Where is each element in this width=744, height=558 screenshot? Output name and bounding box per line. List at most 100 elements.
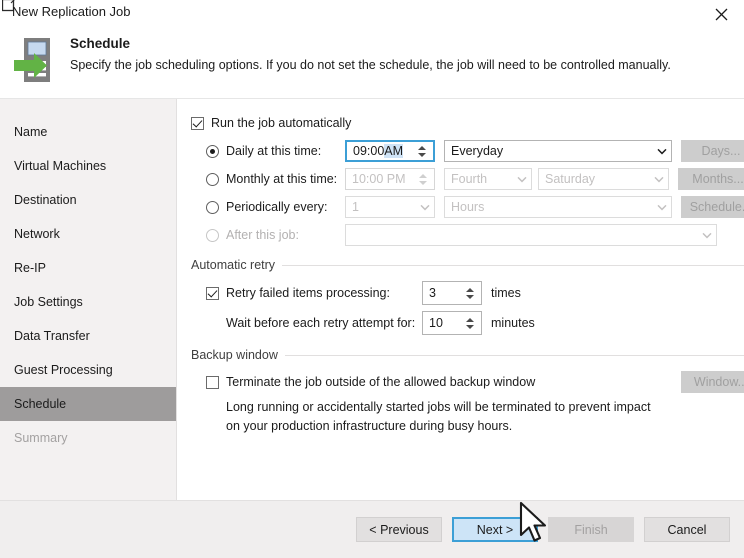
stepper-up-icon: [418, 173, 427, 178]
daily-time-spinner[interactable]: 09:00 AM: [345, 140, 435, 162]
periodically-count-combo: 1: [345, 196, 435, 218]
terminate-job-label: Terminate the job outside of the allowed…: [226, 375, 536, 389]
divider: [284, 354, 744, 356]
months-button: Months...: [678, 168, 744, 190]
backup-window-description: Long running or accidentally started job…: [226, 398, 744, 436]
monthly-weekday-value: Saturday: [545, 172, 596, 186]
stepper-down-icon: [418, 180, 427, 185]
run-automatically-label: Run the job automatically: [211, 116, 352, 130]
monthly-ordinal-value: Fourth: [451, 172, 488, 186]
after-job-radio: [206, 228, 219, 242]
periodically-unit-combo: Hours: [444, 196, 672, 218]
title-bar: New Replication Job: [0, 0, 744, 28]
daily-period-value: Everyday: [451, 144, 504, 158]
after-job-row: After this job:: [191, 221, 744, 249]
daily-row: Daily at this time: 09:00 AM Everyday Da…: [191, 137, 744, 165]
periodically-row: Periodically every: 1 Hours Schedule...: [191, 193, 744, 221]
automatic-retry-group: Automatic retry Retry failed items proce…: [191, 258, 744, 338]
chevron-down-icon: [416, 204, 434, 211]
chevron-down-icon: [653, 204, 671, 211]
stepper-down-icon[interactable]: [465, 324, 474, 329]
automatic-retry-group-title: Automatic retry: [191, 258, 276, 272]
retry-times-value[interactable]: 3: [423, 282, 461, 304]
sidebar-item-data-transfer[interactable]: Data Transfer: [0, 319, 176, 353]
sidebar-item-job-settings[interactable]: Job Settings: [0, 285, 176, 319]
wizard-steps-sidebar: Name Virtual Machines Destination Networ…: [0, 99, 177, 500]
sidebar-item-network[interactable]: Network: [0, 217, 176, 251]
monthly-weekday-combo: Saturday: [538, 168, 669, 190]
periodically-label: Periodically every:: [226, 200, 328, 214]
periodically-count-value: 1: [352, 200, 359, 214]
backup-window-description-line2: on your production infrastructure during…: [226, 419, 513, 433]
wizard-window: New Replication Job Schedule Specify the…: [0, 0, 744, 558]
monthly-ordinal-combo: Fourth: [444, 168, 532, 190]
retry-times-unit: times: [491, 286, 521, 300]
daily-time-meridiem: AM: [384, 144, 404, 158]
retry-failed-label: Retry failed items processing:: [226, 286, 390, 300]
daily-time-prefix: 09:00: [353, 144, 385, 158]
run-automatically-row[interactable]: Run the job automatically: [191, 113, 744, 133]
daily-time-value[interactable]: 09:00 AM: [347, 142, 413, 160]
window-title: New Replication Job: [12, 4, 131, 19]
window-button: Window...: [681, 371, 744, 393]
sidebar-item-schedule[interactable]: Schedule: [0, 387, 176, 421]
days-button: Days...: [681, 140, 744, 162]
retry-wait-spinner[interactable]: 10: [422, 311, 482, 335]
daily-radio[interactable]: [206, 144, 219, 158]
replication-server-arrow-icon: [12, 34, 64, 86]
backup-window-group-header: Backup window: [191, 348, 744, 362]
page-title: Schedule: [70, 36, 131, 51]
next-button[interactable]: Next >: [452, 517, 538, 542]
monthly-radio[interactable]: [206, 172, 219, 186]
daily-period-combo[interactable]: Everyday: [444, 140, 672, 162]
wizard-footer: < Previous Next > Finish Cancel: [0, 500, 744, 558]
after-job-label: After this job:: [226, 228, 299, 242]
terminate-job-row: Terminate the job outside of the allowed…: [191, 369, 744, 395]
stepper-down-icon[interactable]: [465, 294, 474, 299]
monthly-time-spinner: 10:00 PM: [345, 168, 435, 190]
backup-window-description-line1: Long running or accidentally started job…: [226, 400, 651, 414]
retry-wait-value[interactable]: 10: [423, 312, 461, 334]
cancel-button[interactable]: Cancel: [644, 517, 730, 542]
monthly-time-stepper: [414, 169, 434, 189]
page-subtitle: Specify the job scheduling options. If y…: [70, 58, 671, 72]
schedule-button: Schedule...: [681, 196, 744, 218]
automatic-retry-group-header: Automatic retry: [191, 258, 744, 272]
monthly-label: Monthly at this time:: [226, 172, 338, 186]
sidebar-item-guest-processing[interactable]: Guest Processing: [0, 353, 176, 387]
page-header: Schedule Specify the job scheduling opti…: [0, 28, 744, 99]
sidebar-item-summary: Summary: [14, 431, 68, 445]
sidebar-item-re-ip[interactable]: Re-IP: [0, 251, 176, 285]
periodically-radio[interactable]: [206, 200, 219, 214]
retry-failed-row: Retry failed items processing: 3 times: [191, 278, 744, 308]
periodically-unit-value: Hours: [451, 200, 485, 214]
monthly-row: Monthly at this time: 10:00 PM Fourth Sa…: [191, 165, 744, 193]
stepper-up-icon[interactable]: [465, 287, 474, 292]
chevron-down-icon: [698, 232, 716, 239]
retry-times-spinner[interactable]: 3: [422, 281, 482, 305]
chevron-down-icon: [513, 176, 531, 183]
retry-wait-stepper[interactable]: [461, 312, 481, 334]
finish-button: Finish: [548, 517, 634, 542]
chevron-down-icon: [650, 176, 668, 183]
retry-wait-row: Wait before each retry attempt for: 10 m…: [191, 308, 744, 338]
terminate-job-checkbox[interactable]: [206, 375, 219, 389]
sidebar-item-name[interactable]: Name: [0, 115, 176, 149]
retry-failed-checkbox[interactable]: [206, 286, 219, 300]
wizard-body: Name Virtual Machines Destination Networ…: [0, 99, 744, 500]
sidebar-item-destination[interactable]: Destination: [0, 183, 176, 217]
daily-time-stepper[interactable]: [413, 142, 433, 160]
retry-times-stepper[interactable]: [461, 282, 481, 304]
daily-label: Daily at this time:: [226, 144, 322, 158]
chevron-down-icon[interactable]: [653, 148, 671, 155]
divider: [282, 264, 744, 266]
stepper-down-icon[interactable]: [417, 152, 426, 157]
run-automatically-checkbox[interactable]: [191, 116, 204, 130]
sidebar-item-virtual-machines[interactable]: Virtual Machines: [0, 149, 176, 183]
monthly-time-value: 10:00 PM: [352, 172, 406, 186]
retry-wait-unit: minutes: [491, 316, 535, 330]
previous-button[interactable]: < Previous: [356, 517, 442, 542]
stepper-up-icon[interactable]: [417, 145, 426, 150]
close-icon[interactable]: [698, 0, 744, 28]
stepper-up-icon[interactable]: [465, 317, 474, 322]
